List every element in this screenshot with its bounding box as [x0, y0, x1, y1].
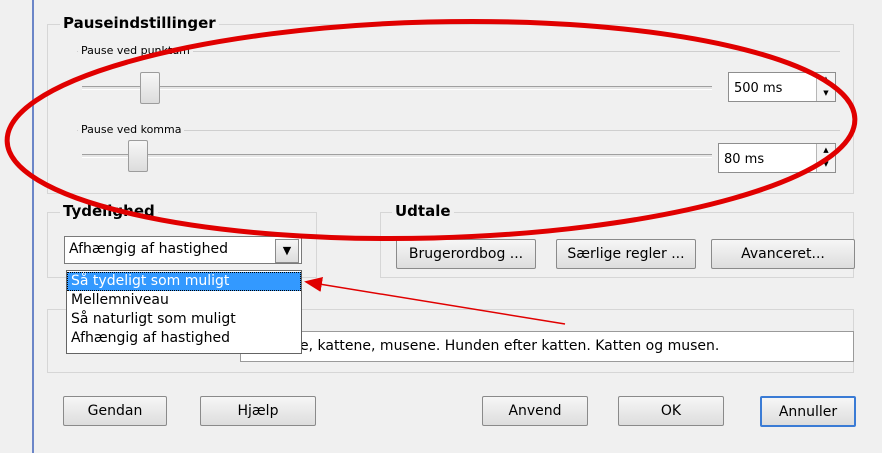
annotation-arrow — [304, 277, 566, 325]
annotation-overlay — [4, 18, 858, 325]
annotation-ellipse — [4, 18, 858, 242]
